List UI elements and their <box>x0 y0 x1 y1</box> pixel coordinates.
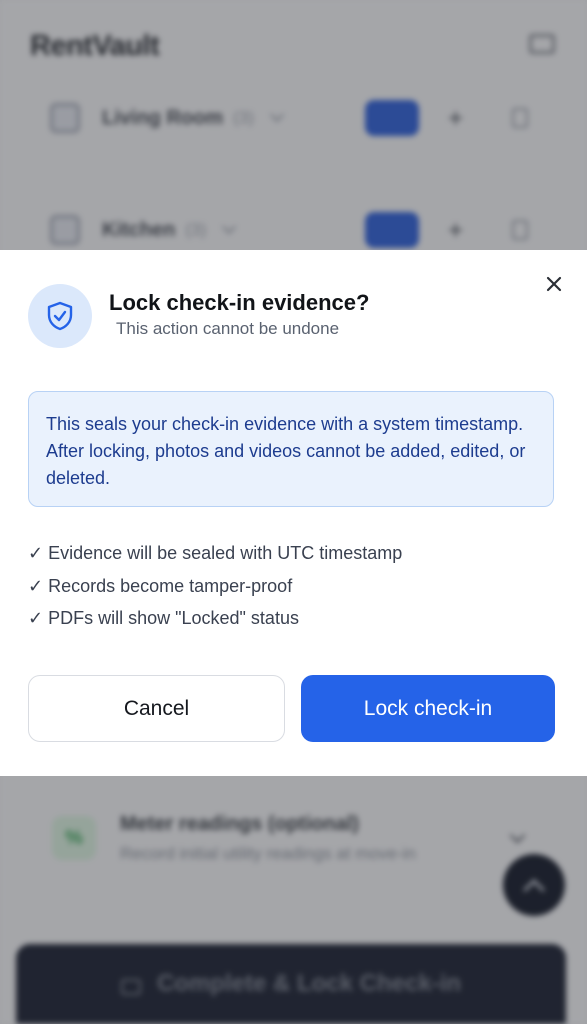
app-root: RentVault Living Room (3) + Kitchen (3) … <box>0 0 587 1024</box>
modal-title: Lock check-in evidence? <box>109 290 370 315</box>
list-item: ✓ Evidence will be sealed with UTC times… <box>28 543 403 563</box>
list-item: ✓ PDFs will show "Locked" status <box>28 608 299 628</box>
shield-check-icon <box>47 301 73 331</box>
lock-consequences-list: ✓ Evidence will be sealed with UTC times… <box>28 542 558 640</box>
close-icon <box>546 276 562 292</box>
modal-subtitle: This action cannot be undone <box>116 319 340 338</box>
info-notice: This seals your check-in evidence with a… <box>28 391 554 507</box>
close-button[interactable] <box>540 270 568 298</box>
lock-checkin-button[interactable]: Lock check-in <box>301 675 555 742</box>
shield-badge <box>28 284 92 348</box>
info-notice-text: This seals your check-in evidence with a… <box>46 414 526 488</box>
cancel-button[interactable]: Cancel <box>28 675 285 742</box>
list-item: ✓ Records become tamper-proof <box>28 575 293 596</box>
